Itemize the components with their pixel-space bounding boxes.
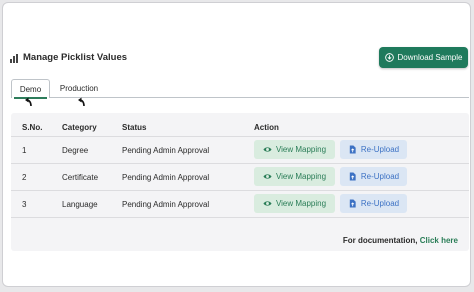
header-sno: S.No. [22,123,43,132]
row-divider [11,136,469,137]
view-mapping-button[interactable]: View Mapping [254,194,335,213]
row-divider [11,190,469,191]
row-divider [11,163,469,164]
cell-sno: 3 [22,200,27,209]
tab-demo-label: Demo [19,84,42,94]
header-status: Status [122,123,147,132]
eye-icon [263,147,272,152]
view-mapping-label: View Mapping [275,145,327,154]
cell-category: Degree [62,146,89,155]
view-mapping-label: View Mapping [275,172,327,181]
view-mapping-button[interactable]: View Mapping [254,140,335,159]
re-upload-button[interactable]: Re-Upload [340,140,407,159]
documentation-link[interactable]: Click here [420,236,458,245]
row-divider [11,217,469,218]
curved-arrow-icon [78,97,85,107]
re-upload-label: Re-Upload [360,172,400,181]
download-sample-label: Download Sample [397,53,463,62]
bar-chart-icon [10,54,18,63]
header-action: Action [254,123,279,132]
download-icon [384,53,394,62]
re-upload-label: Re-Upload [360,199,400,208]
eye-icon [263,201,272,206]
re-upload-button[interactable]: Re-Upload [340,194,407,213]
main-card: Manage Picklist Values Download Sample D… [2,2,471,287]
view-mapping-label: View Mapping [275,199,327,208]
curved-arrow-icon [25,97,32,107]
picklist-table: S.No. Category Status Action 1 Degree Pe… [11,113,469,251]
cell-sno: 2 [22,173,27,182]
cell-status: Pending Admin Approval [122,173,210,182]
cell-status: Pending Admin Approval [122,146,210,155]
file-upload-icon [349,199,356,208]
file-upload-icon [349,145,356,154]
cell-status: Pending Admin Approval [122,200,210,209]
documentation-text: For documentation, [342,236,418,245]
download-sample-button[interactable]: Download Sample [379,47,468,68]
file-upload-icon [349,172,356,181]
re-upload-label: Re-Upload [360,145,400,154]
documentation-note: For documentation, Click here [343,236,458,245]
view-mapping-button[interactable]: View Mapping [254,167,335,186]
cell-category: Certificate [62,173,99,182]
cell-sno: 1 [22,146,27,155]
header-category: Category [62,123,97,132]
page-title: Manage Picklist Values [23,52,128,63]
eye-icon [263,174,272,179]
re-upload-button[interactable]: Re-Upload [340,167,407,186]
tab-production-label: Production [59,84,99,93]
cell-category: Language [62,200,98,209]
